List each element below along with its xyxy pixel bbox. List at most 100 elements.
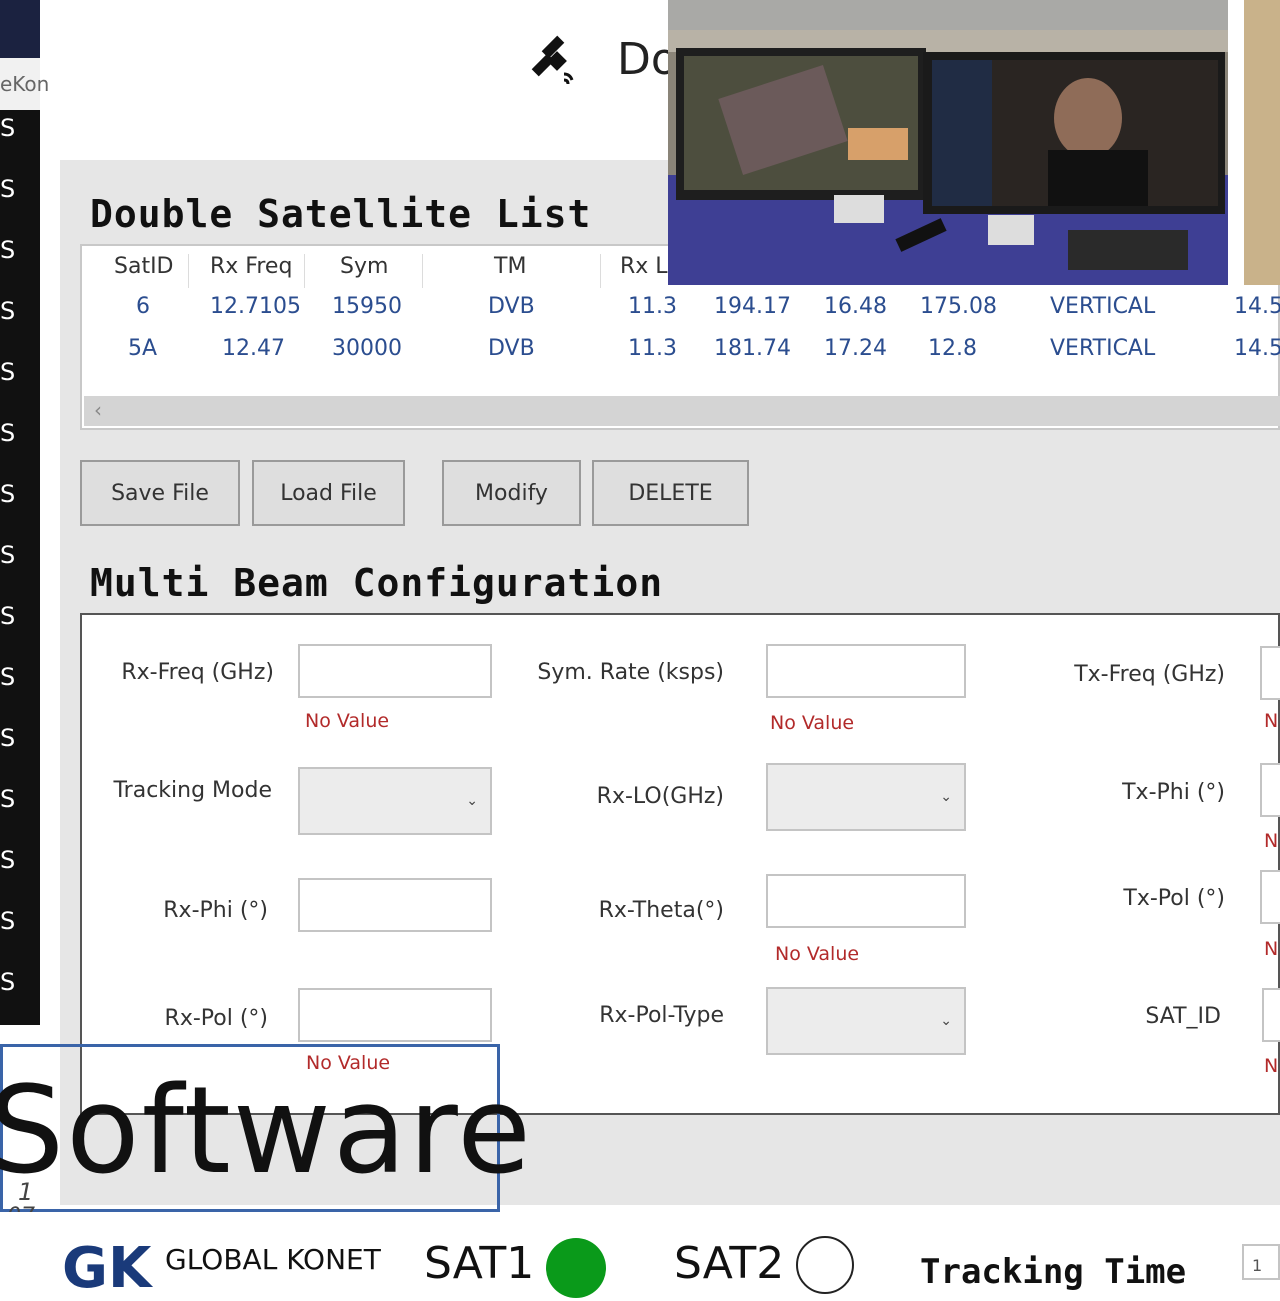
sat1-status-indicator [546, 1238, 606, 1298]
left-sidebar-item[interactable]: S [0, 602, 15, 630]
left-sidebar-item[interactable]: S [0, 968, 15, 996]
tx-phi-error: N [1264, 830, 1279, 852]
sym-rate-error: No Value [770, 712, 855, 734]
tracking-mode-select[interactable]: ⌄ [298, 767, 492, 835]
left-sidebar-item[interactable]: S [0, 724, 15, 752]
sat2-status-indicator [796, 1236, 854, 1294]
table-cell: 194.17 [714, 294, 791, 319]
column-separator [304, 254, 305, 288]
left-sidebar-label: eKon [0, 72, 50, 96]
scroll-left-icon[interactable]: ‹ [94, 398, 102, 422]
rx-freq-label: Rx-Freq (GHz) [121, 660, 274, 685]
rx-lo-select[interactable]: ⌄ [766, 763, 966, 831]
table-cell: VERTICAL [1050, 294, 1156, 319]
multi-beam-title: Multi Beam Configuration [90, 561, 664, 605]
rx-pol-type-label: Rx-Pol-Type [599, 1003, 724, 1028]
table-cell: 30000 [332, 336, 402, 361]
left-sidebar-item[interactable]: S [0, 541, 15, 569]
table-cell: 12.8 [928, 336, 977, 361]
left-sidebar-item[interactable]: S [0, 175, 15, 203]
table-cell: 14.5 [1234, 336, 1280, 361]
rx-pol-label: Rx-Pol (°) [164, 1006, 268, 1031]
left-sidebar-item[interactable]: S [0, 114, 15, 142]
column-separator [422, 254, 423, 288]
tracking-time-label: Tracking Time [920, 1252, 1187, 1292]
overlay-photo [668, 0, 1280, 285]
delete-button[interactable]: DELETE [592, 460, 749, 526]
tx-freq-input[interactable] [1260, 646, 1280, 700]
company-logo: GK [62, 1236, 152, 1301]
table-cell: 15950 [332, 294, 402, 319]
left-sidebar-item[interactable]: S [0, 846, 15, 874]
sat1-label: SAT1 [424, 1238, 535, 1289]
left-sidebar-item[interactable]: S [0, 480, 15, 508]
left-sidebar-item[interactable]: S [0, 785, 15, 813]
left-sidebar-item[interactable]: S [0, 663, 15, 691]
satellite-icon [531, 35, 574, 85]
column-separator [600, 254, 601, 288]
rx-lo-label: Rx-LO(GHz) [596, 784, 724, 809]
rx-pol-type-select[interactable]: ⌄ [766, 987, 966, 1055]
load-file-button[interactable]: Load File [252, 460, 405, 526]
tx-pol-label: Tx-Pol (°) [1123, 886, 1225, 911]
rx-phi-label: Rx-Phi (°) [163, 898, 268, 923]
sym-rate-input[interactable] [766, 644, 966, 698]
table-cell: 14.5 [1234, 294, 1280, 319]
left-sidebar-item[interactable]: S [0, 297, 15, 325]
rx-theta-input[interactable] [766, 874, 966, 928]
tx-pol-error: N [1264, 938, 1279, 960]
software-overlay-text: Software [0, 1062, 533, 1201]
sat-id-input[interactable] [1262, 988, 1280, 1042]
column-header-satid[interactable]: SatID [114, 254, 174, 279]
rx-theta-error: No Value [775, 943, 860, 965]
save-file-button[interactable]: Save File [80, 460, 240, 526]
rx-phi-input[interactable] [298, 878, 492, 932]
tx-freq-error: N [1264, 710, 1279, 732]
rx-theta-label: Rx-Theta(°) [598, 898, 724, 923]
chevron-down-icon: ⌄ [940, 1013, 952, 1029]
table-cell: 11.3 [628, 336, 677, 361]
sat2-label: SAT2 [674, 1238, 785, 1289]
table-cell: 11.3 [628, 294, 677, 319]
table-cell: 17.24 [824, 336, 887, 361]
column-header-tm[interactable]: TM [494, 254, 526, 279]
left-sidebar-top [0, 0, 40, 58]
left-sidebar-item[interactable]: S [0, 907, 15, 935]
sat-id-error: N [1264, 1055, 1279, 1077]
tx-freq-label: Tx-Freq (GHz) [1074, 662, 1225, 687]
modify-button[interactable]: Modify [442, 460, 581, 526]
left-sidebar-item[interactable]: S [0, 236, 15, 264]
tx-phi-input[interactable] [1260, 763, 1280, 817]
multi-beam-config-panel [80, 613, 1280, 1115]
table-cell: DVB [488, 294, 535, 319]
table-cell: VERTICAL [1050, 336, 1156, 361]
column-header-rx-freq[interactable]: Rx Freq [210, 254, 292, 279]
overlay-small-text: 1 [18, 1178, 34, 1206]
sym-rate-label: Sym. Rate (ksps) [537, 660, 724, 685]
rx-freq-input[interactable] [298, 644, 492, 698]
column-header-sym[interactable]: Sym [340, 254, 388, 279]
company-name: GLOBAL KONET [165, 1243, 381, 1276]
tracking-time-input[interactable]: 1 [1242, 1244, 1280, 1280]
left-sidebar-item[interactable]: S [0, 358, 15, 386]
column-separator [188, 254, 189, 288]
tx-pol-input[interactable] [1260, 870, 1280, 924]
column-header-rx-lo[interactable]: Rx L [620, 254, 668, 279]
rx-pol-input[interactable] [298, 988, 492, 1042]
sat-id-label: SAT_ID [1145, 1004, 1221, 1029]
table-cell: 6 [136, 294, 150, 319]
table-cell: 12.47 [222, 336, 285, 361]
chevron-down-icon: ⌄ [466, 793, 478, 809]
rx-freq-error: No Value [305, 710, 390, 732]
table-cell: 181.74 [714, 336, 791, 361]
chevron-down-icon: ⌄ [940, 789, 952, 805]
tracking-mode-label: Tracking Mode [113, 778, 272, 803]
table-cell: 175.08 [920, 294, 997, 319]
left-sidebar-item[interactable]: S [0, 419, 15, 447]
table-cell: 16.48 [824, 294, 887, 319]
horizontal-scrollbar[interactable]: ‹ [84, 396, 1280, 426]
table-cell: 12.7105 [210, 294, 301, 319]
table-cell: 5A [128, 336, 158, 361]
satellite-list-title: Double Satellite List [90, 192, 592, 236]
tx-phi-label: Tx-Phi (°) [1122, 780, 1225, 805]
